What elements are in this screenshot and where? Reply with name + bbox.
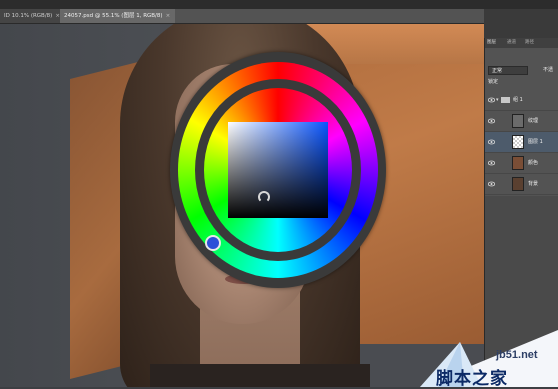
hue-handle[interactable] — [205, 235, 221, 251]
layer-thumbnail — [512, 135, 524, 149]
blend-mode-select[interactable]: 正常 — [488, 66, 528, 75]
layer-row-group[interactable]: ▾ 组 1 — [485, 90, 558, 111]
layer-row[interactable]: 颜色 — [485, 153, 558, 174]
portrait-dress — [150, 364, 370, 387]
folder-icon — [501, 97, 510, 103]
saturation-brightness-handle[interactable] — [258, 191, 270, 203]
close-icon[interactable]: × — [166, 13, 171, 19]
tab-channels[interactable]: 通道 — [507, 38, 516, 48]
eye-icon[interactable] — [488, 181, 495, 187]
document-tab-bar: ID 10.1% (RGB/8) × 24057.psd @ 55.1% (图层 … — [0, 9, 484, 24]
layer-name: 颜色 — [528, 160, 539, 166]
layer-name: 背景 — [528, 181, 539, 187]
document-tab-1-label: ID 10.1% (RGB/8) — [4, 13, 53, 19]
layer-name: 纹理 — [528, 118, 539, 124]
panel-header-area — [484, 9, 558, 39]
blend-mode-value: 正常 — [492, 68, 503, 74]
layer-thumbnail — [512, 156, 524, 170]
eye-icon[interactable] — [488, 97, 495, 103]
tab-paths[interactable]: 路径 — [525, 38, 534, 48]
chevron-down-icon[interactable]: ▾ — [496, 97, 499, 103]
watermark-domain: jb51.net — [496, 349, 538, 361]
opacity-label: 不透 — [543, 67, 554, 73]
eye-icon[interactable] — [488, 139, 495, 145]
tab-layers[interactable]: 图层 — [487, 38, 496, 48]
layer-row[interactable]: 纹理 — [485, 111, 558, 132]
lock-label: 锁定 — [488, 79, 499, 85]
layer-name: 组 1 — [513, 97, 523, 103]
layer-thumbnail — [512, 177, 524, 191]
document-tab-2-active[interactable]: 24057.psd @ 55.1% (图层 1, RGB/8) × — [60, 9, 175, 23]
document-tab-2-label: 24057.psd @ 55.1% (图层 1, RGB/8) — [64, 13, 163, 19]
layer-thumbnail — [512, 114, 524, 128]
layer-row[interactable]: 背景 — [485, 174, 558, 195]
top-menu-bar — [0, 0, 558, 9]
saturation-brightness-square[interactable] — [228, 122, 328, 218]
document-tab-1[interactable]: ID 10.1% (RGB/8) × — [0, 9, 60, 23]
eye-icon[interactable] — [488, 118, 495, 124]
lock-row: 锁定 — [488, 78, 554, 87]
layer-row-selected[interactable]: 图层 1 — [485, 132, 558, 153]
layer-name: 图层 1 — [528, 139, 543, 145]
layers-panel-tabs: 图层 通道 路径 — [485, 38, 558, 48]
watermark-text: 脚本之家 — [436, 369, 508, 389]
eye-icon[interactable] — [488, 160, 495, 166]
